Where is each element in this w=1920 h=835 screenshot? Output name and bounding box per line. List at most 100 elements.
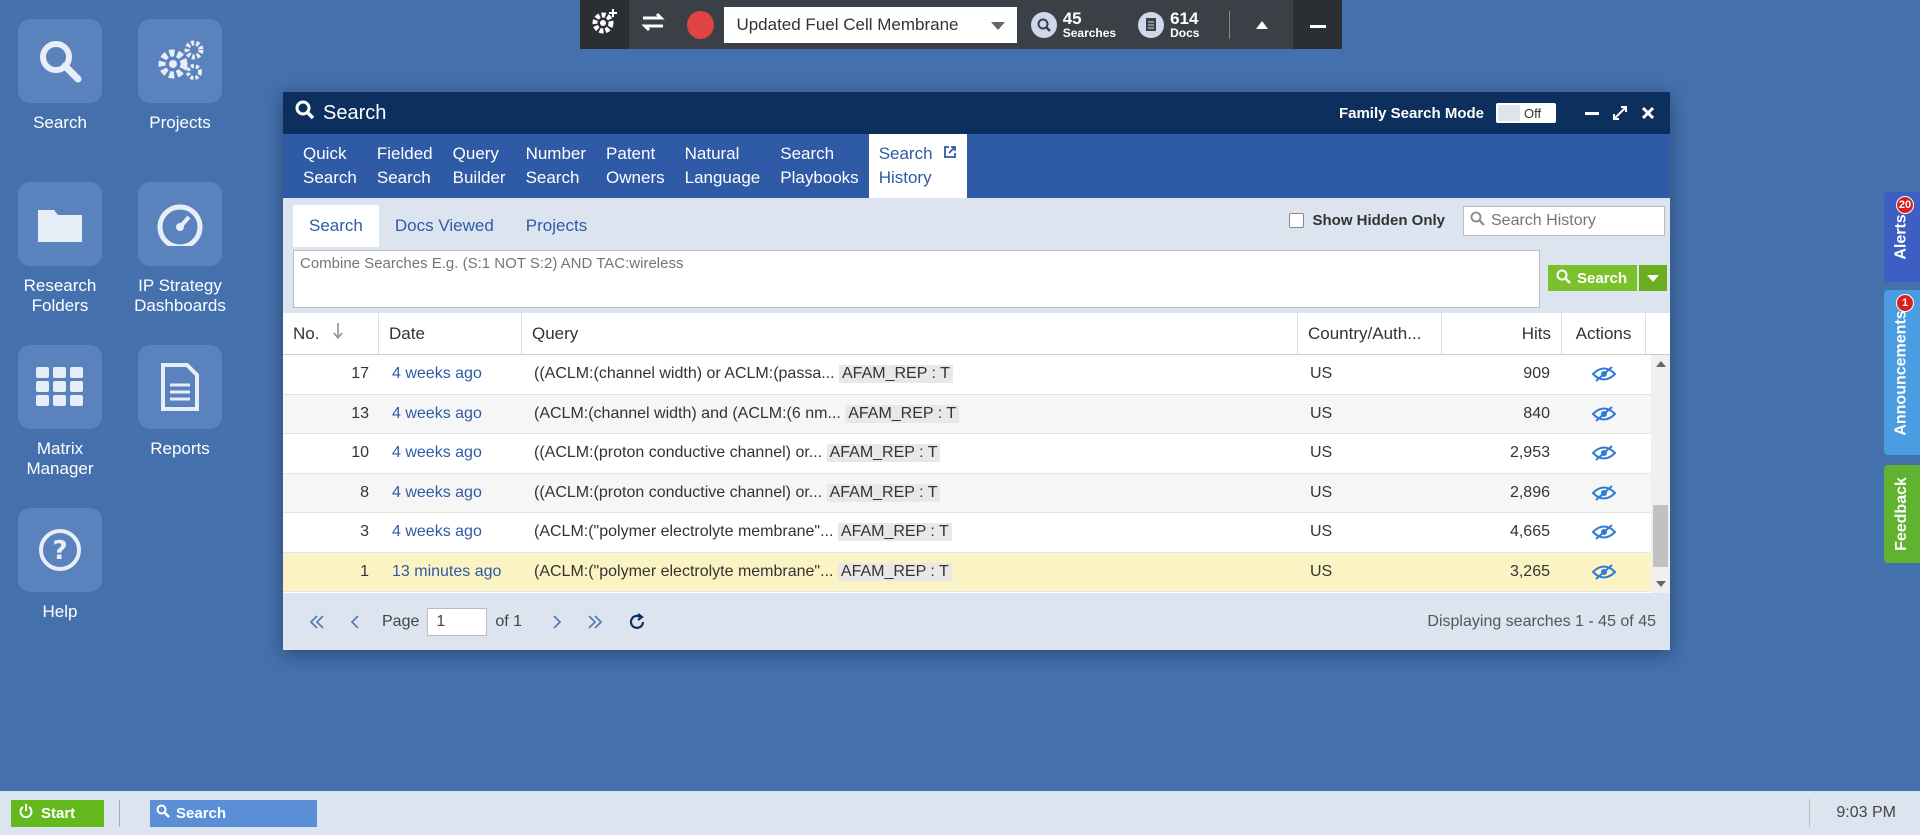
scroll-down-arrow[interactable] (1656, 581, 1666, 587)
grid-icon (18, 345, 102, 429)
swap-arrows-icon (640, 10, 666, 39)
collapse-toolbar-button[interactable] (1244, 0, 1279, 49)
desktop-icon-reports[interactable]: Reports (120, 345, 240, 459)
scroll-up-arrow[interactable] (1656, 361, 1666, 367)
minimize-toolbar-button[interactable] (1293, 0, 1343, 49)
external-link-icon[interactable] (943, 144, 957, 163)
folder-icon (18, 182, 102, 266)
record-button[interactable] (687, 10, 715, 39)
col-query[interactable]: Query (522, 313, 1298, 354)
table-row[interactable]: 10 4 weeks ago ((ACLM:(proton conductive… (283, 434, 1670, 474)
help-icon: ? (18, 508, 102, 592)
view-hide-icon[interactable] (1562, 563, 1646, 580)
page-number-input[interactable]: 1 (427, 607, 488, 636)
view-hide-icon[interactable] (1562, 484, 1646, 501)
combine-searches-input[interactable] (294, 251, 1539, 307)
combine-searches-box[interactable] (293, 250, 1540, 308)
tab-search-playbooks[interactable]: Search Playbooks (770, 134, 868, 198)
tab-natural-language[interactable]: Natural Language (675, 134, 771, 198)
prev-page-icon[interactable] (336, 614, 374, 629)
subtab-docs-viewed[interactable]: Docs Viewed (379, 205, 510, 247)
row-query: ((ACLM:(proton conductive channel) or...… (522, 483, 1298, 502)
row-date[interactable]: 4 weeks ago (379, 444, 522, 462)
row-date[interactable]: 4 weeks ago (379, 523, 522, 541)
row-hits: 4,665 (1509, 523, 1550, 541)
row-number: 10 (351, 444, 369, 462)
row-hits: 3,265 (1509, 562, 1550, 580)
subtab-projects[interactable]: Projects (510, 205, 603, 247)
search-options-dropdown[interactable] (1639, 265, 1668, 291)
row-query: ((ACLM:(proton conductive channel) or...… (522, 444, 1298, 463)
col-country[interactable]: Country/Auth... (1298, 313, 1442, 354)
show-hidden-only[interactable]: Show Hidden Only (1289, 212, 1445, 229)
tab-quick-search[interactable]: Quick Search (293, 134, 367, 198)
announcements-tab[interactable]: Announcements 1 (1884, 290, 1920, 455)
search-icon (18, 19, 102, 103)
gear-plus-icon (589, 7, 619, 42)
desktop-icon-projects[interactable]: Projects (120, 19, 240, 133)
tab-patent-owners[interactable]: Patent Owners (596, 134, 675, 198)
sort-desc-icon (333, 323, 344, 344)
desktop-icon-search[interactable]: Search (0, 19, 120, 133)
desktop-icon-matrix-manager[interactable]: Matrix Manager (0, 345, 120, 479)
view-hide-icon[interactable] (1562, 445, 1646, 462)
table-row[interactable]: 8 4 weeks ago ((ACLM:(proton conductive … (283, 473, 1670, 513)
next-page-icon[interactable] (538, 614, 576, 629)
row-date[interactable]: 4 weeks ago (379, 405, 522, 423)
table-row[interactable]: 3 4 weeks ago (ACLM:("polymer electrolyt… (283, 513, 1670, 553)
desktop-icon-ip-strategy-dashboards[interactable]: IP Strategy Dashboards (120, 182, 240, 316)
desktop-icon-label: Search (33, 113, 87, 132)
history-search-box[interactable] (1463, 206, 1665, 236)
feedback-tab[interactable]: Feedback (1884, 465, 1920, 563)
maximize-icon[interactable] (1610, 105, 1630, 121)
tab-fielded-search[interactable]: Fielded Search (367, 134, 443, 198)
table-row[interactable]: 13 4 weeks ago (ACLM:(channel width) and… (283, 394, 1670, 434)
table-row[interactable]: 17 4 weeks ago ((ACLM:(channel width) or… (283, 355, 1670, 395)
col-date[interactable]: Date (379, 313, 522, 354)
minimize-icon[interactable] (1582, 111, 1602, 115)
row-country: US (1310, 404, 1333, 422)
history-search-input[interactable] (1491, 212, 1651, 230)
row-date[interactable]: 13 minutes ago (379, 563, 522, 581)
tab-query-builder[interactable]: Query Builder (443, 134, 516, 198)
searches-stat[interactable]: 45 Searches (1030, 8, 1116, 40)
settings-button[interactable] (580, 0, 629, 49)
project-name: Updated Fuel Cell Membrane (736, 14, 959, 34)
grid-scrollbar[interactable] (1651, 355, 1670, 593)
window-title-bar[interactable]: Search Family Search Mode Off (283, 92, 1670, 134)
col-hits[interactable]: Hits (1442, 313, 1562, 354)
scroll-thumb[interactable] (1653, 505, 1668, 567)
row-date[interactable]: 4 weeks ago (379, 484, 522, 502)
close-icon[interactable] (1638, 106, 1658, 120)
first-page-icon[interactable] (298, 614, 336, 629)
row-date[interactable]: 4 weeks ago (379, 365, 522, 383)
alerts-tab[interactable]: Alerts 20 (1884, 192, 1920, 282)
taskbar-item-search[interactable]: Search (150, 799, 317, 827)
desktop-icon-research-folders[interactable]: Research Folders (0, 182, 120, 316)
row-number: 8 (360, 483, 369, 501)
chevron-down-icon (990, 15, 1005, 35)
show-hidden-label: Show Hidden Only (1312, 212, 1445, 229)
table-row-selected[interactable]: 1 13 minutes ago (ACLM:("polymer electro… (283, 552, 1670, 592)
refresh-icon[interactable] (618, 612, 656, 631)
start-button[interactable]: Start (11, 799, 104, 827)
tab-search-history[interactable]: Search History (868, 134, 968, 198)
show-hidden-checkbox[interactable] (1289, 213, 1305, 228)
last-page-icon[interactable] (576, 614, 614, 629)
switch-project-button[interactable] (629, 0, 678, 49)
view-hide-icon[interactable] (1562, 405, 1646, 422)
search-icon (156, 804, 170, 822)
combine-search-button[interactable]: Search (1548, 265, 1638, 291)
view-hide-icon[interactable] (1562, 524, 1646, 541)
subtab-search[interactable]: Search (293, 205, 379, 247)
view-hide-icon[interactable] (1562, 366, 1646, 383)
docs-stat[interactable]: 614 Docs (1138, 10, 1199, 40)
search-icon (1470, 211, 1485, 231)
tab-number-search[interactable]: Number Search (516, 134, 596, 198)
col-no[interactable]: No. (283, 313, 379, 354)
desktop-icon-help[interactable]: ? Help (0, 508, 120, 622)
project-select[interactable]: Updated Fuel Cell Membrane (724, 6, 1017, 43)
family-search-mode-toggle[interactable]: Off (1496, 103, 1556, 123)
gauge-icon (138, 182, 222, 266)
searches-count: 45 (1062, 8, 1082, 28)
